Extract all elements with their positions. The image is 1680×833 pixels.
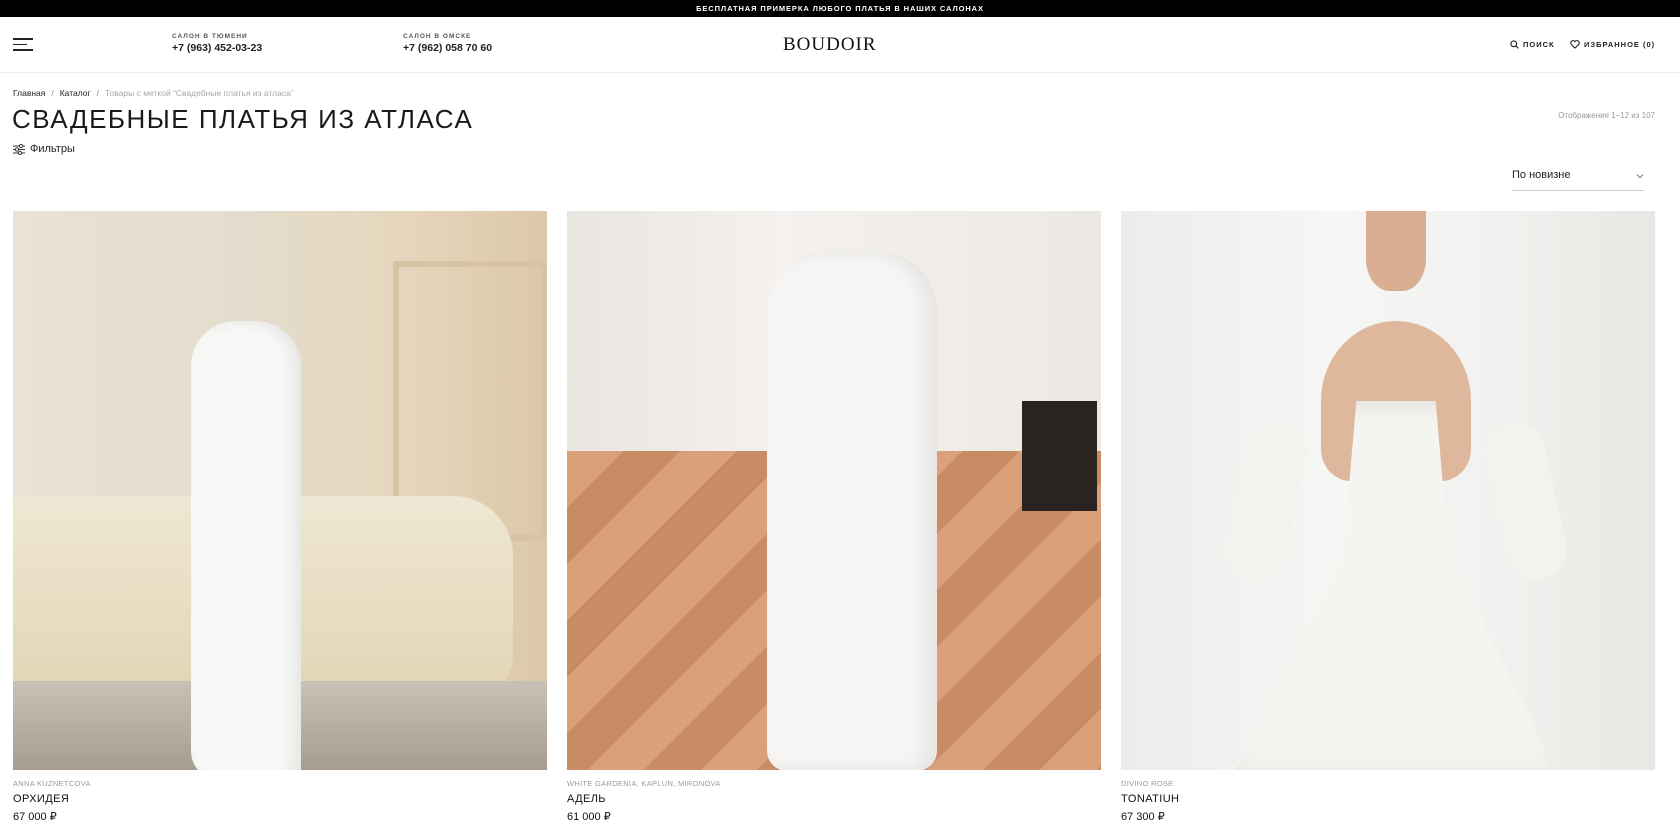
product-card: DIVINO ROSE TONATIUH 67 300 ₽ [1121,211,1655,823]
breadcrumb: Главная / Каталог / Товары с меткой “Сва… [13,88,294,98]
hamburger-icon[interactable] [13,38,33,51]
search-icon [1510,40,1519,49]
salon-label: САЛОН В ТЮМЕНИ [172,33,248,40]
product-price: 67 300 ₽ [1121,811,1165,823]
filters-label: Фильтры [30,143,75,155]
filters-button[interactable]: Фильтры [13,143,75,155]
salon-omsk: САЛОН В ОМСКЕ +7 (962) 058 70 60 [403,33,492,54]
salon-phone-link[interactable]: +7 (963) 452-03-23 [172,42,262,54]
product-name[interactable]: TONATIUH [1121,793,1655,805]
salon-label: САЛОН В ОМСКЕ [403,33,472,40]
product-card: WHITE GARDENIA, KAPLUN, MIRONOVA АДЕЛЬ 6… [567,211,1101,823]
breadcrumb-separator: / [51,88,54,98]
sliders-icon [13,143,25,155]
search-button[interactable]: ПОИСК [1510,40,1555,49]
breadcrumb-home[interactable]: Главная [13,88,45,98]
product-image[interactable] [1121,211,1655,770]
favorites-label: ИЗБРАННОЕ (0) [1584,40,1656,49]
product-brand: ANNA KUZNETCOVA [13,779,91,788]
page-title: СВАДЕБНЫЕ ПЛАТЬЯ ИЗ АТЛАСА [12,104,474,134]
breadcrumb-catalog[interactable]: Каталог [60,88,91,98]
sort-value: По новизне [1512,169,1571,181]
product-card: ANNA KUZNETCOVA ОРХИДЕЯ 67 000 ₽ [13,211,547,823]
search-label: ПОИСК [1523,40,1555,49]
favorites-button[interactable]: ИЗБРАННОЕ (0) [1570,40,1655,49]
site-header: САЛОН В ТЮМЕНИ +7 (963) 452-03-23 САЛОН … [0,17,1680,73]
product-price: 61 000 ₽ [567,811,611,823]
breadcrumb-current: Товары с меткой “Свадебные платья из атл… [105,88,294,98]
salon-phone-link[interactable]: +7 (962) 058 70 60 [403,42,492,54]
salon-tyumen: САЛОН В ТЮМЕНИ +7 (963) 452-03-23 [172,33,262,54]
breadcrumb-separator: / [96,88,100,98]
product-image[interactable] [13,211,547,770]
product-brand: WHITE GARDENIA, KAPLUN, MIRONOVA [567,779,721,788]
product-name[interactable]: ОРХИДЕЯ [13,793,547,805]
product-brand: DIVINO ROSE [1121,779,1174,788]
site-logo[interactable]: BOUDOIR [783,34,877,56]
product-price: 67 000 ₽ [13,811,57,823]
sort-select[interactable]: По новизне [1512,169,1644,191]
chevron-down-icon [1636,174,1644,179]
heart-icon [1570,40,1580,49]
promo-bar: БЕСПЛАТНАЯ ПРИМЕРКА ЛЮБОГО ПЛАТЬЯ В НАШИ… [0,0,1680,17]
result-count: Отображение 1–12 из 107 [1558,111,1655,120]
product-name[interactable]: АДЕЛЬ [567,793,1101,805]
product-image[interactable] [567,211,1101,770]
promo-text: БЕСПЛАТНАЯ ПРИМЕРКА ЛЮБОГО ПЛАТЬЯ В НАШИ… [696,4,984,13]
